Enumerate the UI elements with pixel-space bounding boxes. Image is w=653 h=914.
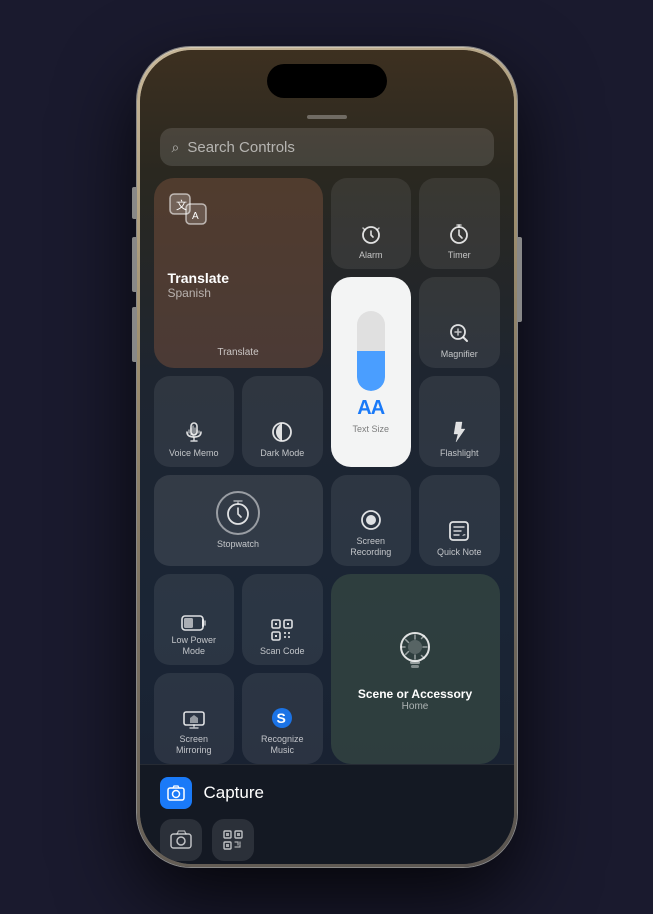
search-icon: ⌕ — [172, 139, 180, 156]
magnifier-icon — [447, 321, 471, 345]
textsize-aa: AA — [357, 397, 384, 420]
voicememo-icon — [182, 420, 206, 444]
scancode-control[interactable]: Scan Code — [242, 574, 323, 665]
power-button[interactable] — [518, 237, 522, 322]
stopwatch-label: Stopwatch — [217, 539, 259, 550]
shazam-label: RecognizeMusic — [261, 734, 304, 756]
volume-up-button[interactable] — [132, 237, 136, 292]
timer-icon — [447, 222, 471, 246]
voicememo-label: Voice Memo — [169, 448, 219, 459]
screenrecording-control[interactable]: ScreenRecording — [331, 475, 412, 566]
flashlight-label: Flashlight — [440, 448, 479, 459]
screenrecording-label: ScreenRecording — [350, 536, 391, 558]
volume-down-button[interactable] — [132, 307, 136, 362]
dynamic-island — [267, 64, 387, 98]
scene-control[interactable]: Scene or Accessory Home — [331, 574, 500, 764]
bottom-bar: Capture — [140, 764, 514, 864]
scene-sublabel: Home — [402, 701, 429, 712]
alarm-label: Alarm — [359, 250, 383, 261]
darkmode-control[interactable]: Dark Mode — [242, 376, 323, 467]
search-bar[interactable]: ⌕ Search Controls — [160, 128, 494, 166]
scancode-label: Scan Code — [260, 646, 305, 657]
screen-background: ⌕ Search Controls 文 A — [140, 50, 514, 864]
voicememo-control[interactable]: Voice Memo — [154, 376, 235, 467]
controls-grid: 文 A Translate Spanish Translate — [154, 178, 500, 764]
controls-area: 文 A Translate Spanish Translate — [154, 178, 500, 764]
screenmirroring-label: ScreenMirroring — [176, 734, 212, 756]
translate-footer-label: Translate — [217, 347, 258, 358]
pull-indicator — [307, 115, 347, 119]
alarm-icon — [359, 222, 383, 246]
magnifier-control[interactable]: Magnifier — [419, 277, 500, 368]
quicknote-control[interactable]: Quick Note — [419, 475, 500, 566]
translate-title: Translate — [168, 270, 229, 286]
capture-section[interactable]: Capture — [160, 777, 494, 809]
lowpower-icon — [181, 615, 207, 631]
screenmirroring-control[interactable]: ScreenMirroring — [154, 673, 235, 764]
screenrecording-icon — [359, 508, 383, 532]
bottom-qr-icon[interactable] — [212, 819, 254, 861]
scene-name: Scene or Accessory — [358, 687, 472, 701]
capture-icon — [160, 777, 192, 809]
textsize-slider — [357, 311, 385, 391]
translate-icon: 文 A — [168, 192, 208, 226]
bottom-camera-icon[interactable] — [160, 819, 202, 861]
lowpower-control[interactable]: Low PowerMode — [154, 574, 235, 665]
screenmirroring-icon — [182, 710, 206, 730]
darkmode-icon — [270, 420, 294, 444]
quicknote-label: Quick Note — [437, 547, 482, 558]
translate-info: Translate Spanish — [168, 270, 229, 300]
capture-label: Capture — [204, 783, 264, 803]
stopwatch-icon — [216, 491, 260, 535]
mute-button[interactable] — [132, 187, 136, 219]
svg-text:文: 文 — [176, 198, 187, 212]
scene-icon — [393, 627, 437, 679]
magnifier-label: Magnifier — [441, 349, 478, 360]
phone-screen: ⌕ Search Controls 文 A — [140, 50, 514, 864]
textsize-control[interactable]: AA Text Size — [331, 277, 412, 467]
translate-language: Spanish — [168, 286, 229, 300]
darkmode-label: Dark Mode — [260, 448, 304, 459]
translate-control[interactable]: 文 A Translate Spanish Translate — [154, 178, 323, 368]
shazam-control[interactable]: S RecognizeMusic — [242, 673, 323, 764]
flashlight-icon — [447, 420, 471, 444]
timer-control[interactable]: Timer — [419, 178, 500, 269]
svg-text:S: S — [277, 710, 286, 726]
textsize-label: Text Size — [352, 424, 389, 434]
phone-frame: ⌕ Search Controls 文 A — [137, 47, 517, 867]
scancode-icon — [270, 618, 294, 642]
flashlight-control[interactable]: Flashlight — [419, 376, 500, 467]
timer-label: Timer — [448, 250, 471, 261]
alarm-control[interactable]: Alarm — [331, 178, 412, 269]
lowpower-label: Low PowerMode — [171, 635, 216, 657]
svg-text:A: A — [192, 211, 199, 222]
quicknote-icon — [447, 519, 471, 543]
search-placeholder: Search Controls — [187, 139, 295, 156]
bottom-icons-row — [160, 819, 494, 861]
shazam-icon: S — [270, 706, 294, 730]
stopwatch-control[interactable]: Stopwatch — [154, 475, 323, 566]
